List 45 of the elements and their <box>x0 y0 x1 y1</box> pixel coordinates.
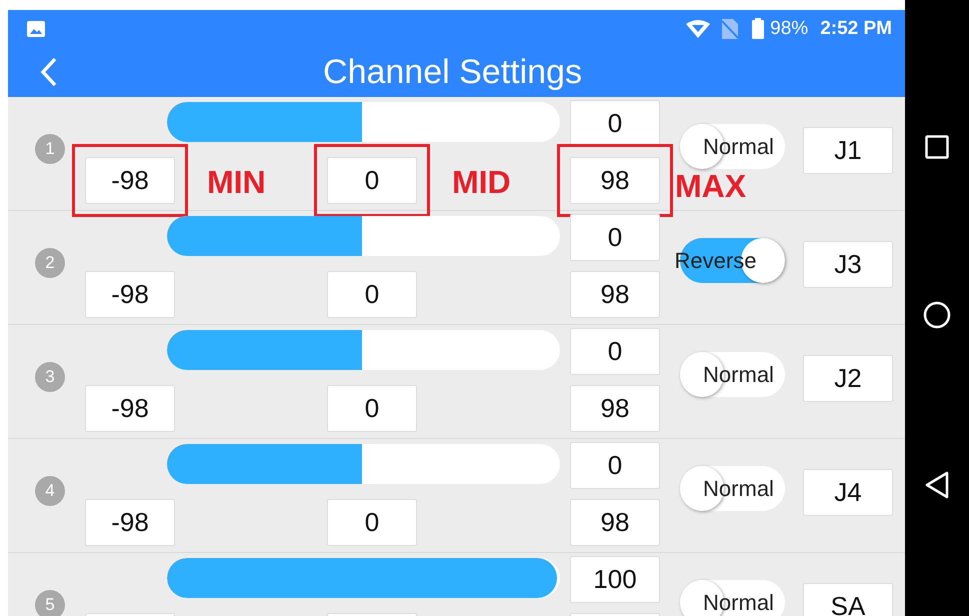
channel-number: 4 <box>35 476 65 506</box>
channel-number: 2 <box>35 248 65 278</box>
source-button[interactable]: J2 <box>803 355 893 402</box>
source-button[interactable]: J1 <box>803 127 893 174</box>
min-field[interactable]: -98 <box>85 499 175 546</box>
channel-number: 5 <box>35 590 65 616</box>
direction-toggle[interactable]: Normal <box>680 466 785 511</box>
value-display: 0 <box>570 214 660 261</box>
source-button[interactable]: SA <box>803 583 893 616</box>
image-icon <box>27 20 45 36</box>
back-button[interactable] <box>925 471 949 499</box>
max-field[interactable]: 98 <box>570 385 660 432</box>
max-field[interactable]: 98 <box>570 271 660 318</box>
battery-icon <box>752 18 764 39</box>
mid-field[interactable]: 0 <box>327 385 417 432</box>
max-field[interactable]: 98 <box>570 157 660 204</box>
value-display: 0 <box>570 328 660 375</box>
callout-label: MIN <box>207 164 267 201</box>
max-field[interactable]: 98 <box>570 499 660 546</box>
no-sim-icon <box>722 18 738 38</box>
direction-toggle[interactable]: Normal <box>680 124 785 169</box>
min-field[interactable]: -98 <box>85 385 175 432</box>
min-field[interactable]: -98 <box>85 157 175 204</box>
callout-label: MID <box>452 164 512 201</box>
channel-number: 1 <box>35 134 65 164</box>
source-button[interactable]: J4 <box>803 469 893 516</box>
clock-time: 2:52 PM <box>820 18 892 40</box>
mid-field[interactable]: 0 <box>327 499 417 546</box>
wifi-icon <box>686 20 710 38</box>
value-display: 100 <box>570 556 660 603</box>
direction-toggle[interactable]: Normal <box>680 352 785 397</box>
mid-field[interactable]: 0 <box>327 271 417 318</box>
home-button[interactable] <box>923 301 951 329</box>
source-button[interactable]: J3 <box>803 241 893 288</box>
channel-number: 3 <box>35 362 65 392</box>
callout-label: MAX <box>675 168 748 205</box>
value-display: 0 <box>570 442 660 489</box>
screen-title: Channel Settings <box>323 52 582 92</box>
back-icon[interactable] <box>40 57 58 87</box>
mid-field[interactable]: 0 <box>327 157 417 204</box>
value-display: 0 <box>570 100 660 147</box>
direction-toggle[interactable]: Normal <box>680 580 785 616</box>
battery-percentage: 98% <box>770 18 808 40</box>
overview-button[interactable] <box>925 135 949 159</box>
min-field[interactable]: -98 <box>85 271 175 318</box>
